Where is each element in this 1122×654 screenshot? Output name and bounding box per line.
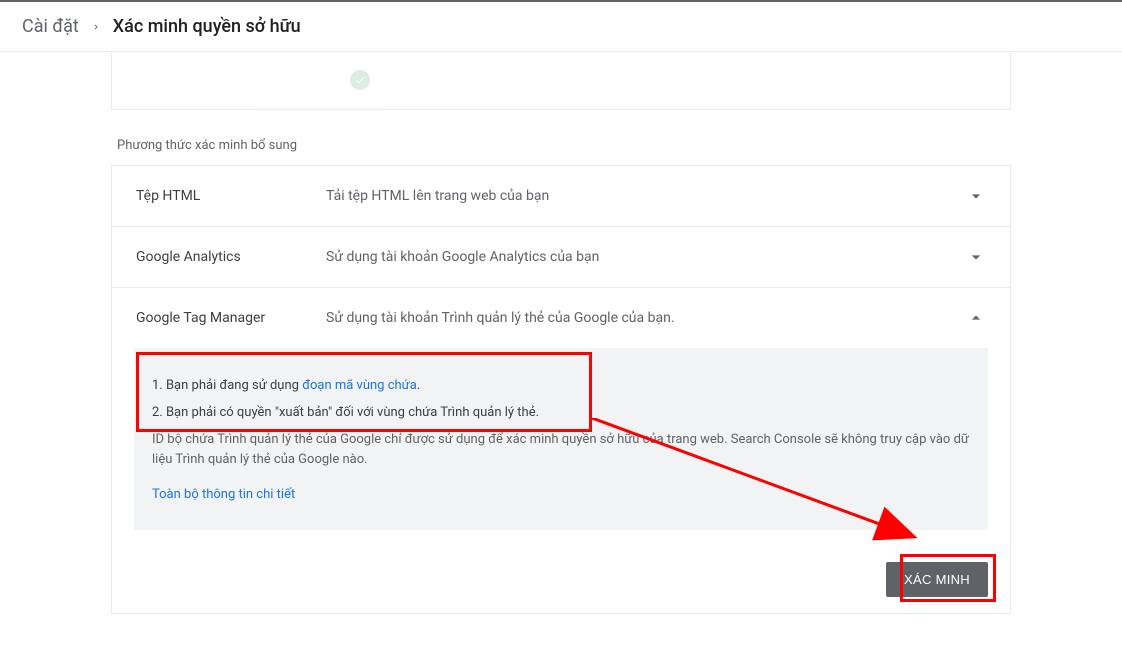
full-details-link[interactable]: Toàn bộ thông tin chi tiết bbox=[152, 487, 295, 502]
method-google-analytics[interactable]: Google Analytics Sử dụng tài khoản Googl… bbox=[112, 227, 1010, 288]
breadcrumb-current: Xác minh quyền sở hữu bbox=[113, 16, 301, 37]
gtm-note: ID bộ chứa Trình quản lý thẻ của Google … bbox=[152, 430, 970, 472]
additional-methods-label: Phương thức xác minh bổ sung bbox=[111, 110, 1011, 165]
chevron-down-icon bbox=[966, 247, 986, 267]
primary-method-row bbox=[112, 52, 1010, 109]
method-description: Tải tệp HTML lên trang web của bạn bbox=[326, 188, 966, 204]
method-name: Google Tag Manager bbox=[136, 310, 326, 326]
verify-button[interactable]: XÁC MINH bbox=[886, 562, 988, 597]
method-google-tag-manager[interactable]: Google Tag Manager Sử dụng tài khoản Trì… bbox=[112, 288, 1010, 348]
gtm-expanded-panel: 1. Bạn phải đang sử dụng đoạn mã vùng ch… bbox=[134, 348, 988, 530]
method-name: Tệp HTML bbox=[136, 188, 326, 204]
main-content: Phương thức xác minh bổ sung Tệp HTML Tả… bbox=[111, 52, 1011, 654]
check-circle-icon bbox=[350, 70, 370, 90]
gtm-step-2: 2. Bạn phải có quyền "xuất bản" đối với … bbox=[152, 403, 970, 424]
gtm-step-1: 1. Bạn phải đang sử dụng đoạn mã vùng ch… bbox=[152, 376, 970, 397]
method-description: Sử dụng tài khoản Trình quản lý thẻ của … bbox=[326, 310, 966, 326]
primary-method-card bbox=[111, 52, 1011, 110]
step1-suffix: . bbox=[417, 378, 420, 393]
chevron-right-icon bbox=[91, 16, 101, 37]
verify-button-row: XÁC MINH bbox=[112, 552, 1010, 597]
breadcrumb-settings[interactable]: Cài đặt bbox=[22, 16, 79, 37]
additional-methods-card: Tệp HTML Tải tệp HTML lên trang web của … bbox=[111, 165, 1011, 614]
chevron-down-icon bbox=[966, 186, 986, 206]
method-html-file[interactable]: Tệp HTML Tải tệp HTML lên trang web của … bbox=[112, 166, 1010, 227]
chevron-up-icon bbox=[966, 308, 986, 328]
breadcrumb: Cài đặt Xác minh quyền sở hữu bbox=[0, 2, 1122, 52]
container-snippet-link[interactable]: đoạn mã vùng chứa bbox=[302, 378, 417, 393]
method-description: Sử dụng tài khoản Google Analytics của b… bbox=[326, 249, 966, 265]
method-name: Google Analytics bbox=[136, 249, 326, 265]
step1-prefix: 1. Bạn phải đang sử dụng bbox=[152, 378, 302, 393]
